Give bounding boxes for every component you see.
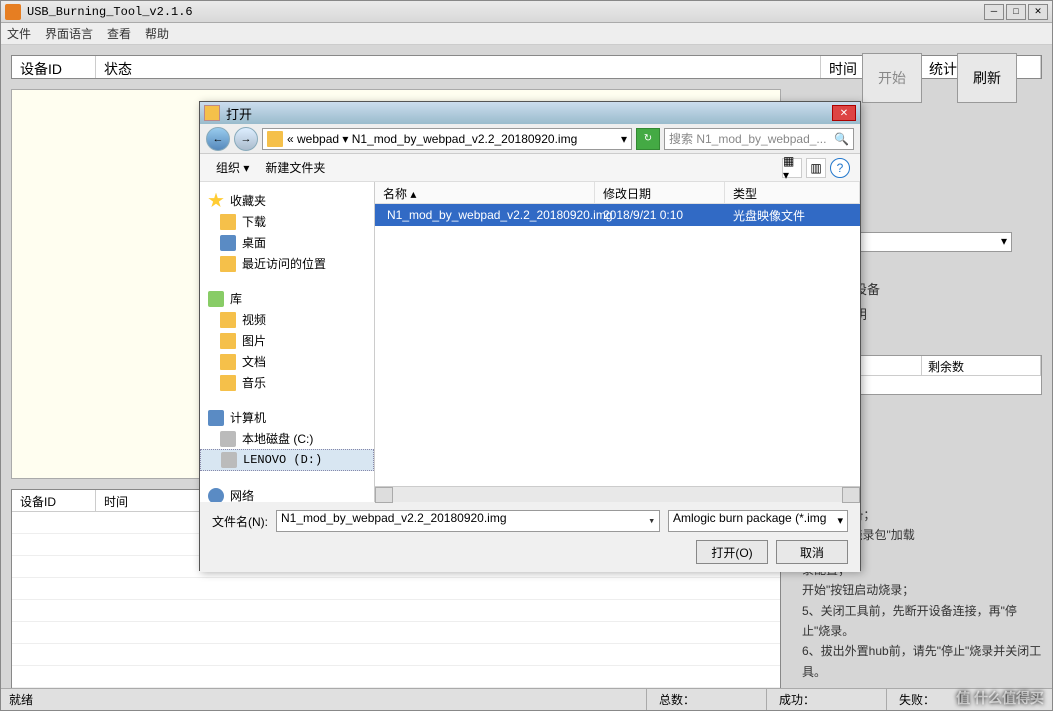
disk-icon	[220, 431, 236, 447]
nav-forward-button[interactable]: →	[234, 127, 258, 151]
refresh-button[interactable]: 刷新	[957, 53, 1017, 103]
video-icon	[220, 312, 236, 328]
filename-input[interactable]: N1_mod_by_webpad_v2.2_20180920.img	[276, 510, 660, 532]
folder-icon	[220, 256, 236, 272]
status-total: 总数：	[646, 689, 766, 710]
tree-downloads[interactable]: 下载	[200, 211, 374, 232]
dialog-close-button[interactable]: ✕	[832, 105, 856, 121]
menu-file[interactable]: 文件	[7, 25, 31, 42]
breadcrumb[interactable]: « webpad ▾ N1_mod_by_webpad_v2.2_2018092…	[262, 128, 632, 150]
dialog-nav: ← → « webpad ▾ N1_mod_by_webpad_v2.2_201…	[200, 124, 860, 154]
tree-pictures[interactable]: 图片	[200, 330, 374, 351]
nav-go-button[interactable]: ↻	[636, 128, 660, 150]
stats-col-remain: 剩余数	[922, 356, 1041, 375]
tree-disk-c[interactable]: 本地磁盘 (C:)	[200, 428, 374, 449]
computer-icon	[208, 410, 224, 426]
help-button[interactable]: ?	[830, 158, 850, 178]
header-date[interactable]: 修改日期	[595, 182, 725, 203]
start-button[interactable]: 开始	[862, 53, 922, 103]
search-input[interactable]: 搜索 N1_mod_by_webpad_... 🔍	[664, 128, 854, 150]
folder-icon	[267, 131, 283, 147]
table-row	[12, 600, 780, 622]
tree-favorites[interactable]: 收藏夹	[200, 190, 374, 211]
organize-button[interactable]: 组织 ▾	[210, 157, 255, 178]
disk-icon	[221, 452, 237, 468]
header-name[interactable]: 名称 ▴	[375, 182, 595, 203]
folder-icon	[220, 214, 236, 230]
maximize-button[interactable]: □	[1006, 4, 1026, 20]
star-icon	[208, 193, 224, 209]
close-button[interactable]: ✕	[1028, 4, 1048, 20]
status-success: 成功：	[766, 689, 886, 710]
view-options-button[interactable]: ▦ ▾	[782, 158, 802, 178]
main-window: USB_Burning_Tool_v2.1.6 ─ □ ✕ 文件 界面语言 查看…	[0, 0, 1053, 711]
filetype-select[interactable]: Amlogic burn package (*.img	[668, 510, 848, 532]
watermark: 值 什么值得买	[956, 688, 1044, 708]
titlebar: USB_Burning_Tool_v2.1.6 ─ □ ✕	[1, 1, 1052, 23]
desktop-icon	[220, 235, 236, 251]
documents-icon	[220, 354, 236, 370]
preview-pane-button[interactable]: ▥	[806, 158, 826, 178]
log-col-device-id: 设备ID	[12, 490, 96, 511]
tree-libraries[interactable]: 库	[200, 288, 374, 309]
col-device-id: 设备ID	[12, 56, 96, 78]
tree-disk-d[interactable]: LENOVO (D:)	[200, 449, 374, 471]
tree-documents[interactable]: 文档	[200, 351, 374, 372]
statusbar: 就绪 总数： 成功： 失败：	[1, 688, 1052, 710]
header-type[interactable]: 类型	[725, 182, 860, 203]
table-row	[12, 622, 780, 644]
dialog-body: 收藏夹 下载 桌面 最近访问的位置 库 视频 图片 文档 音乐 计算机 本地磁盘…	[200, 182, 860, 502]
tree-recent[interactable]: 最近访问的位置	[200, 253, 374, 274]
window-title: USB_Burning_Tool_v2.1.6	[27, 5, 984, 19]
app-icon	[5, 4, 21, 20]
status-ready: 就绪	[7, 689, 646, 710]
menu-view[interactable]: 查看	[107, 25, 131, 42]
menubar: 文件 界面语言 查看 帮助	[1, 23, 1052, 45]
new-folder-button[interactable]: 新建文件夹	[259, 157, 331, 178]
tree-desktop[interactable]: 桌面	[200, 232, 374, 253]
menu-help[interactable]: 帮助	[145, 25, 169, 42]
tree-videos[interactable]: 视频	[200, 309, 374, 330]
file-list: 名称 ▴ 修改日期 类型 N1_mod_by_webpad_v2.2_20180…	[375, 182, 860, 502]
cancel-button[interactable]: 取消	[776, 540, 848, 564]
table-row	[12, 578, 780, 600]
horizontal-scrollbar[interactable]	[375, 486, 860, 502]
hint-line: 6、拔出外置hub前，请先"停止"烧录并关闭工具。	[802, 641, 1042, 682]
filename-label: 文件名(N):	[212, 513, 268, 530]
file-list-header: 名称 ▴ 修改日期 类型	[375, 182, 860, 204]
table-row	[12, 644, 780, 666]
nav-back-button[interactable]: ←	[206, 127, 230, 151]
table-row	[12, 666, 780, 688]
folder-tree: 收藏夹 下载 桌面 最近访问的位置 库 视频 图片 文档 音乐 计算机 本地磁盘…	[200, 182, 375, 502]
library-icon	[208, 291, 224, 307]
file-row-selected[interactable]: N1_mod_by_webpad_v2.2_20180920.img 2018/…	[375, 204, 860, 226]
menu-language[interactable]: 界面语言	[45, 25, 93, 42]
col-status: 状态	[96, 56, 821, 78]
dialog-toolbar: 组织 ▾ 新建文件夹 ▦ ▾ ▥ ?	[200, 154, 860, 182]
network-icon	[208, 488, 224, 503]
tree-music[interactable]: 音乐	[200, 372, 374, 393]
hint-line: 5、关闭工具前，先断开设备连接，再"停止"烧录。	[802, 601, 1042, 642]
pictures-icon	[220, 333, 236, 349]
dialog-footer: 文件名(N): N1_mod_by_webpad_v2.2_20180920.i…	[200, 502, 860, 572]
tree-computer[interactable]: 计算机	[200, 407, 374, 428]
folder-icon	[204, 105, 220, 121]
hint-line: 开始"按钮启动烧录；	[802, 580, 1042, 600]
dialog-titlebar: 打开 ✕	[200, 102, 860, 124]
dialog-title: 打开	[226, 104, 832, 123]
open-button[interactable]: 打开(O)	[696, 540, 768, 564]
tree-network[interactable]: 网络	[200, 485, 374, 502]
music-icon	[220, 375, 236, 391]
open-file-dialog: 打开 ✕ ← → « webpad ▾ N1_mod_by_webpad_v2.…	[199, 101, 861, 571]
minimize-button[interactable]: ─	[984, 4, 1004, 20]
